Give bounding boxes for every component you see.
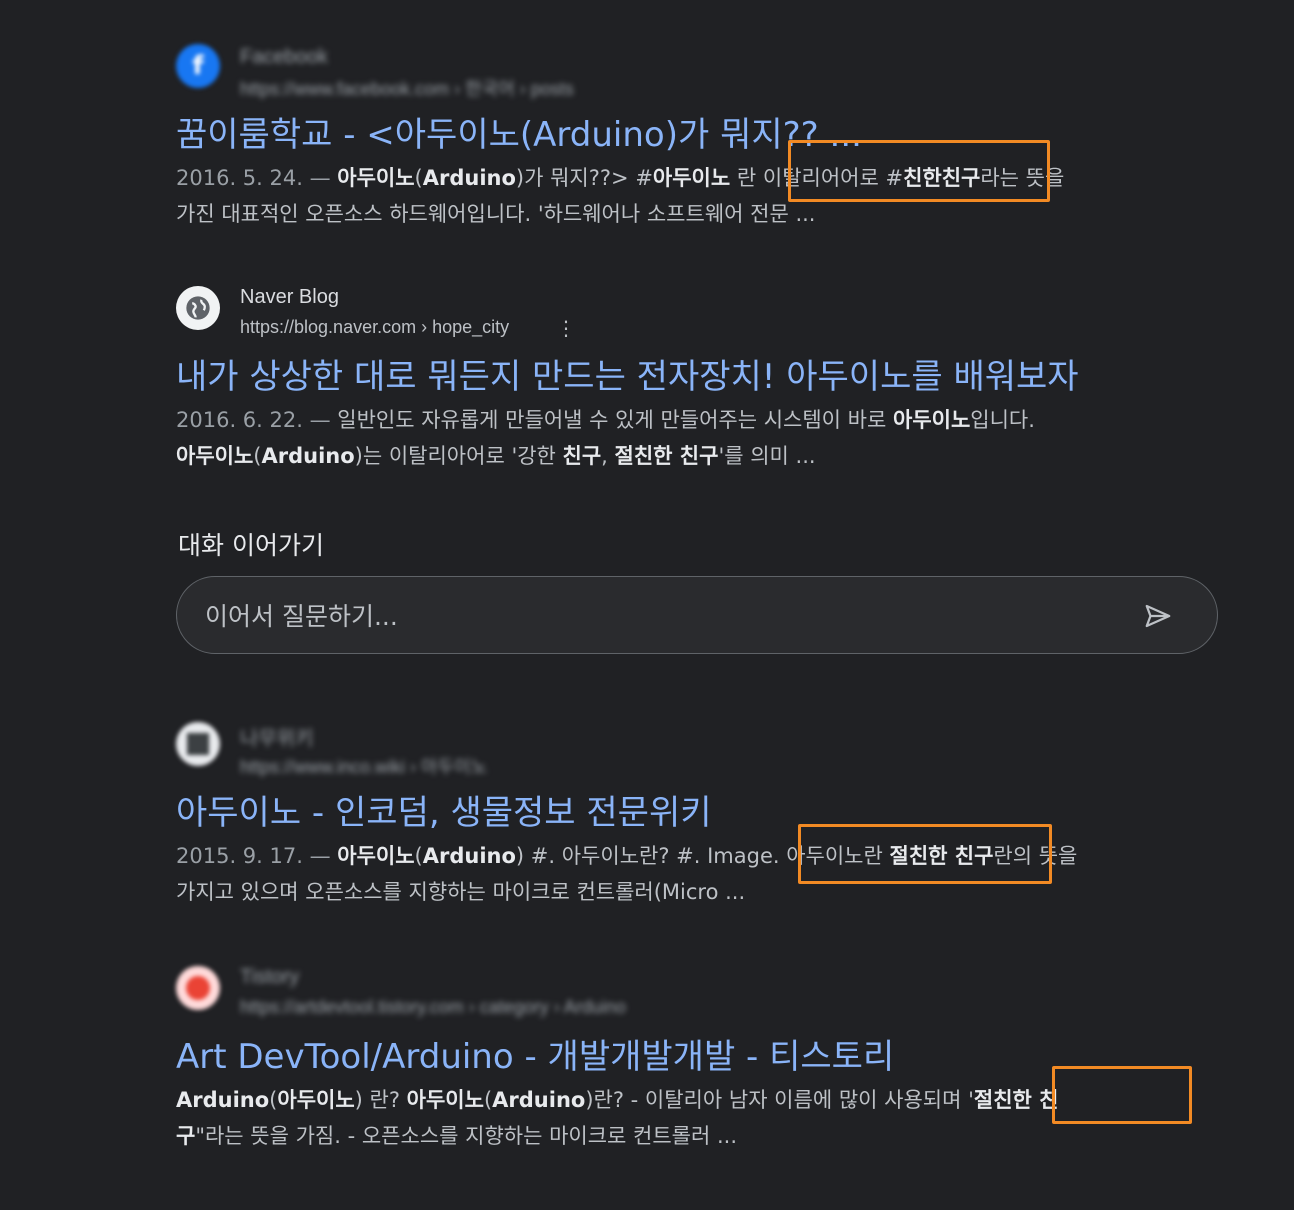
result-source[interactable]: f Facebook https://www.facebook.com › 한국… (176, 44, 1186, 100)
snippet-line: 2016. 5. 24. — 아두이노(Arduino)가 뭐지??> #아두이… (176, 160, 1186, 196)
search-result: Naver Blog https://blog.naver.com › hope… (176, 286, 1186, 474)
bold-term: 아두이노 (893, 408, 971, 432)
bold-term: 친한친구 (903, 166, 981, 190)
snippet-text: '를 의미 ... (718, 444, 816, 468)
source-name: Naver Blog (240, 286, 339, 308)
source-url: https://blog.naver.com › hope_city (240, 317, 510, 337)
result-source[interactable]: 나무위키 https://www.inco.wiki › 아두이노 (176, 722, 1186, 778)
bold-term: 아두이노 (337, 166, 415, 190)
bold-term: 절친한 친구 (889, 844, 994, 868)
more-options-icon[interactable]: ⋮ (556, 316, 576, 340)
bold-term: Arduino (492, 1088, 586, 1112)
facebook-favicon-icon: f (176, 44, 220, 88)
tistory-favicon-icon (176, 966, 220, 1010)
result-source[interactable]: Tistory https://artdevtool.tistory.com ›… (176, 966, 1186, 1022)
bold-term: 구 (176, 1124, 196, 1148)
snippet-text: ) #. 아두이노란? #. Image. 아두이노란 (515, 844, 890, 868)
snippet-text: ( (483, 1088, 493, 1112)
source-url: https://www.inco.wiki › 아두이노 (240, 757, 488, 777)
snippet-line: 구"라는 뜻을 가짐. - 오픈소스를 지향하는 마이크로 컨트롤러 ... (176, 1118, 1186, 1154)
snippet-text: 라는 뜻을 (980, 166, 1065, 190)
result-snippet: Arduino(아두이노) 란? 아두이노(Arduino)란? - 이탈리아 … (176, 1082, 1186, 1154)
input-placeholder: 이어서 질문하기... (205, 602, 398, 631)
bold-term: Arduino (176, 1088, 270, 1112)
snippet-text: )란? - 이탈리아 남자 이름에 많이 사용되며 ' (585, 1088, 974, 1112)
snippet-text: 란의 뜻을 (993, 844, 1078, 868)
snippet-line: 가진 대표적인 오픈소스 하드웨어입니다. '하드웨어나 소프트웨어 전문 ..… (176, 202, 816, 226)
search-result: 나무위키 https://www.inco.wiki › 아두이노 아두이노 -… (176, 722, 1186, 910)
snippet-text: )는 이탈리아어로 '강한 (354, 444, 563, 468)
result-snippet: 2016. 5. 24. — 아두이노(Arduino)가 뭐지??> #아두이… (176, 160, 1186, 232)
snippet-line: Arduino(아두이노) 란? 아두이노(Arduino)란? - 이탈리아 … (176, 1082, 1186, 1118)
snippet-text: ( (414, 844, 423, 868)
bold-term: 절친한 친구 (614, 444, 719, 468)
result-title-link[interactable]: 내가 상상한 대로 뭐든지 만드는 전자장치! 아두이노를 배워보자 (176, 356, 1186, 398)
snippet-line: 아두이노(Arduino)는 이탈리아어로 '강한 친구, 절친한 친구'를 의… (176, 438, 1186, 474)
snippet-text: 2016. 6. 22. — (176, 408, 338, 432)
bold-term: 아두이노 (652, 166, 731, 190)
snippet-text: )가 뭐지??> # (515, 166, 653, 190)
snippet-line: 가지고 있으며 오픈소스를 지향하는 마이크로 컨트롤러(Micro ... (176, 880, 746, 904)
followup-question-input[interactable]: 이어서 질문하기... (176, 576, 1218, 654)
source-name: Facebook (240, 46, 328, 68)
send-icon[interactable] (1143, 601, 1173, 631)
bold-term: Arduino (261, 444, 355, 468)
search-result: f Facebook https://www.facebook.com › 한국… (176, 44, 1186, 232)
snippet-text: 입니다. (970, 408, 1035, 432)
bold-term: 아두이노 (337, 844, 415, 868)
snippet-text: 일반인도 자유롭게 만들어낼 수 있게 만들어주는 시스템이 바로 (337, 408, 893, 432)
snippet-text: "라는 뜻을 가짐. - 오픈소스를 지향하는 마이크로 컨트롤러 ... (195, 1124, 738, 1148)
globe-icon (176, 286, 220, 330)
source-name: Tistory (240, 966, 300, 988)
result-snippet: 2015. 9. 17. — 아두이노(Arduino) #. 아두이노란? #… (176, 838, 1186, 910)
bold-term: Arduino (422, 166, 516, 190)
result-snippet: 2016. 6. 22. — 일반인도 자유롭게 만들어낼 수 있게 만들어주는… (176, 402, 1186, 474)
snippet-text: ( (414, 166, 423, 190)
bold-term: 절친한 친 (973, 1088, 1059, 1112)
search-result: Tistory https://artdevtool.tistory.com ›… (176, 966, 1186, 1154)
bold-term: Arduino (422, 844, 516, 868)
bold-term: 친구 (562, 444, 602, 468)
result-title-link[interactable]: 꿈이룸학교 - <아두이노(Arduino)가 뭐지?? ... (176, 114, 1186, 156)
site-favicon-icon (176, 722, 220, 766)
snippet-text: 2015. 9. 17. — (176, 844, 338, 868)
snippet-text: 2016. 5. 24. — (176, 166, 338, 190)
snippet-text: , (601, 444, 615, 468)
bold-term: 아두이노 (176, 444, 254, 468)
continue-conversation-label: 대화 이어가기 (178, 531, 324, 560)
source-url: https://www.facebook.com › 한국어 › posts (240, 79, 574, 99)
source-name: 나무위키 (240, 728, 314, 750)
result-source[interactable]: Naver Blog https://blog.naver.com › hope… (176, 286, 1186, 342)
bold-term: 아두이노 (277, 1088, 355, 1112)
snippet-text: 란 이탈리어어로 # (730, 166, 904, 190)
bold-term: 아두이노 (406, 1088, 484, 1112)
source-url: https://artdevtool.tistory.com › categor… (240, 997, 626, 1017)
snippet-text: ) 란? (354, 1088, 407, 1112)
snippet-line: 2015. 9. 17. — 아두이노(Arduino) #. 아두이노란? #… (176, 838, 1186, 874)
result-title-link[interactable]: Art DevTool/Arduino - 개발개발개발 - 티스토리 (176, 1036, 1186, 1078)
result-title-link[interactable]: 아두이노 - 인코덤, 생물정보 전문위키 (176, 792, 1186, 834)
snippet-line: 2016. 6. 22. — 일반인도 자유롭게 만들어낼 수 있게 만들어주는… (176, 402, 1186, 438)
